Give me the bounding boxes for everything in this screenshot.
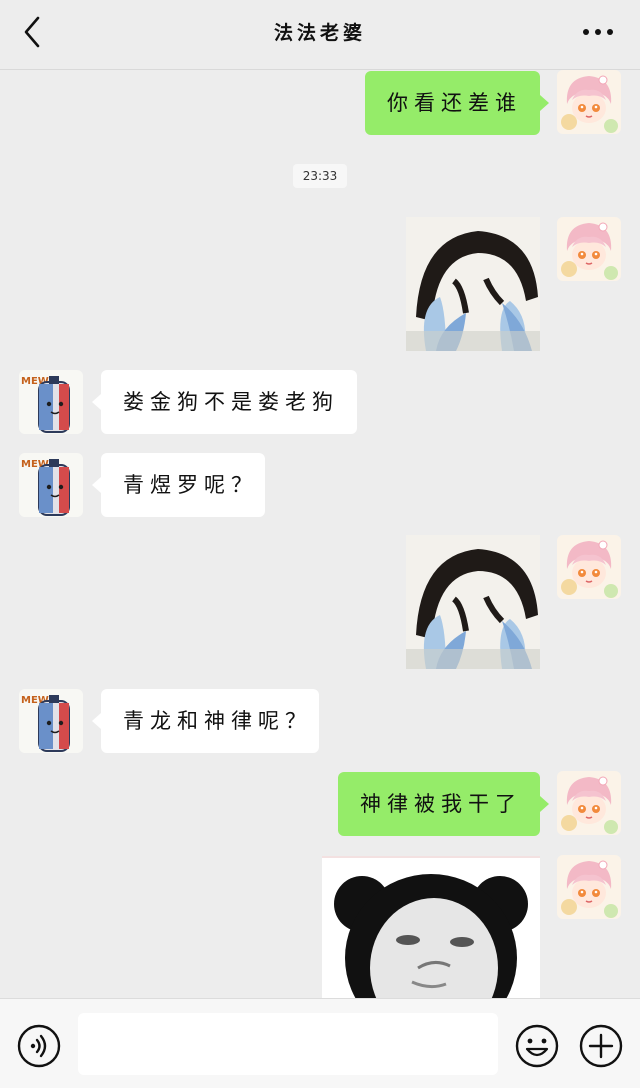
input-bar (0, 998, 640, 1088)
bubble-tail (92, 477, 101, 493)
bubble-tail (92, 394, 101, 410)
bubble-tail (540, 95, 549, 111)
bubble-tail (540, 796, 549, 812)
message-bubble[interactable]: 娄金狗不是娄老狗 (101, 370, 357, 434)
bubble-tail (92, 713, 101, 729)
penguin-cry-sticker[interactable] (406, 217, 540, 351)
message-bubble[interactable]: 神律被我干了 (338, 772, 540, 836)
plus-button[interactable] (578, 1023, 624, 1069)
avatar[interactable] (19, 689, 83, 753)
chat-title: 法法老婆 (273, 22, 366, 44)
emoji-icon (515, 1024, 559, 1068)
avatar[interactable] (19, 453, 83, 517)
plus-icon (579, 1024, 623, 1068)
message-bubble[interactable]: 你看还差谁 (365, 71, 540, 135)
message-bubble[interactable]: 青龙和神律呢？ (101, 689, 319, 753)
emoji-button[interactable] (514, 1023, 560, 1069)
avatar[interactable] (557, 855, 621, 919)
avatar[interactable] (19, 370, 83, 434)
avatar[interactable] (557, 217, 621, 281)
avatar[interactable] (557, 771, 621, 835)
avatar[interactable] (557, 70, 621, 134)
voice-icon (17, 1024, 61, 1068)
message-input[interactable] (78, 1013, 498, 1075)
chat-header: 法法老婆 (0, 0, 640, 70)
more-dots-icon (583, 29, 613, 35)
avatar[interactable] (557, 535, 621, 599)
panda-face-sticker[interactable] (322, 856, 540, 998)
more-button[interactable] (580, 22, 620, 42)
message-bubble[interactable]: 青煜罗呢？ (101, 453, 265, 517)
voice-button[interactable] (16, 1023, 62, 1069)
timestamp: 23:33 (293, 164, 347, 188)
penguin-cry-sticker[interactable] (406, 535, 540, 669)
